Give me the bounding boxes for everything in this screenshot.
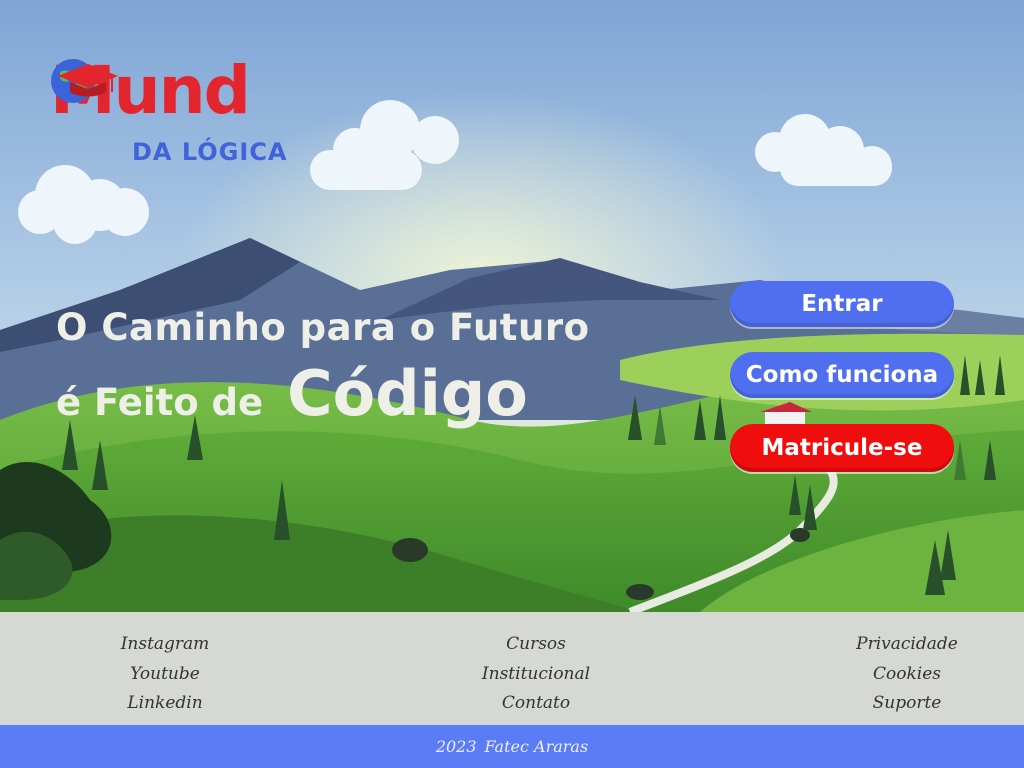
- footer-link-cookies[interactable]: Cookies: [842, 660, 972, 690]
- enroll-button[interactable]: Matricule-se: [730, 424, 954, 472]
- headline-prefix: é Feito de: [56, 381, 264, 424]
- footer-social-links: Instagram Youtube Linkedin: [105, 630, 225, 719]
- footer-link-youtube[interactable]: Youtube: [105, 660, 225, 690]
- copyright-bar: 2023 Fatec Araras: [0, 725, 1024, 768]
- hero-headline: O Caminho para o Futuro é Feito de Códig…: [56, 306, 590, 430]
- copyright-year: 2023: [435, 737, 477, 756]
- footer-link-support[interactable]: Suporte: [842, 689, 972, 719]
- headline-emphasis: Código: [287, 357, 528, 430]
- footer-link-institutional[interactable]: Institucional: [466, 660, 606, 690]
- login-button[interactable]: Entrar: [730, 281, 954, 327]
- footer-legal-links: Privacidade Cookies Suporte: [842, 630, 972, 719]
- footer-link-courses[interactable]: Cursos: [466, 630, 606, 660]
- graduation-cap-icon: [58, 64, 118, 97]
- footer-link-privacy[interactable]: Privacidade: [842, 630, 972, 660]
- site-logo[interactable]: Mund DA LÓGICA: [50, 58, 330, 173]
- footer-link-instagram[interactable]: Instagram: [105, 630, 225, 660]
- footer: Instagram Youtube Linkedin Cursos Instit…: [0, 612, 1024, 725]
- headline-line-1: O Caminho para o Futuro: [56, 306, 590, 349]
- hero-banner: Mund DA LÓGICA O Caminho para o Futuro é…: [0, 0, 1024, 612]
- footer-link-contact[interactable]: Contato: [466, 689, 606, 719]
- copyright-org: Fatec Araras: [484, 737, 589, 756]
- logo-subtitle: DA LÓGICA: [132, 138, 288, 166]
- headline-line-2: é Feito de Código: [56, 357, 590, 430]
- how-it-works-button[interactable]: Como funciona: [730, 352, 954, 398]
- footer-link-linkedin[interactable]: Linkedin: [105, 689, 225, 719]
- footer-institutional-links: Cursos Institucional Contato: [466, 630, 606, 719]
